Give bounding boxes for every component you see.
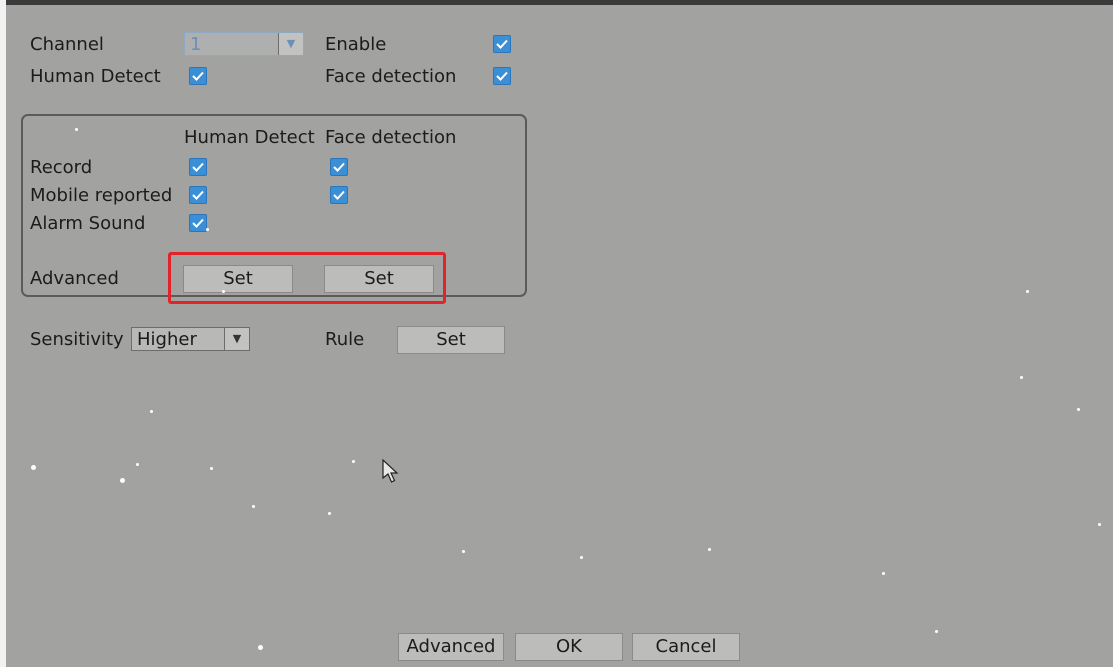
chevron-down-icon[interactable]: ▼ — [224, 328, 249, 350]
rule-label: Rule — [325, 329, 365, 350]
enable-label: Enable — [325, 34, 387, 55]
human-detect-label: Human Detect — [30, 66, 161, 87]
sensitivity-select[interactable]: Higher ▼ — [131, 327, 250, 351]
rule-set-button[interactable]: Set — [397, 326, 505, 354]
top-border — [0, 0, 1113, 5]
record-label: Record — [30, 157, 93, 178]
face-detection-label: Face detection — [325, 66, 457, 87]
alarm-human-checkbox[interactable] — [189, 214, 207, 232]
human-detect-checkbox[interactable] — [189, 67, 207, 85]
ok-button[interactable]: OK — [515, 633, 623, 661]
record-face-checkbox[interactable] — [330, 158, 348, 176]
left-border — [0, 0, 6, 667]
channel-value: 1 — [190, 34, 202, 55]
column-header-human: Human Detect — [184, 127, 315, 148]
sensitivity-label: Sensitivity — [30, 329, 124, 350]
mobile-face-checkbox[interactable] — [330, 186, 348, 204]
chevron-down-icon[interactable]: ▼ — [278, 33, 303, 55]
sensitivity-value: Higher — [137, 329, 197, 350]
enable-checkbox[interactable] — [493, 35, 511, 53]
mobile-reported-label: Mobile reported — [30, 185, 173, 206]
cancel-button[interactable]: Cancel — [632, 633, 740, 661]
record-human-checkbox[interactable] — [189, 158, 207, 176]
mouse-pointer-icon — [382, 459, 399, 483]
channel-select[interactable]: 1 ▼ — [184, 32, 304, 56]
advanced-label: Advanced — [30, 268, 119, 289]
face-detection-checkbox[interactable] — [493, 67, 511, 85]
footer-advanced-button[interactable]: Advanced — [398, 633, 504, 661]
mobile-human-checkbox[interactable] — [189, 186, 207, 204]
alarm-sound-label: Alarm Sound — [30, 213, 146, 234]
channel-label: Channel — [30, 34, 104, 55]
column-header-face: Face detection — [325, 127, 457, 148]
highlight-box — [168, 252, 446, 304]
